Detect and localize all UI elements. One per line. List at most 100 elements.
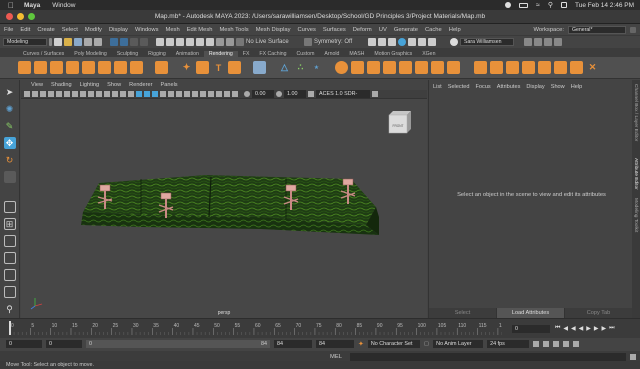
four-view-layout-icon[interactable]: ⊞	[3, 218, 16, 230]
menu-help[interactable]: Help	[449, 27, 461, 33]
character-set-icon[interactable]: ✦	[358, 340, 364, 348]
toggle-panel-icon[interactable]	[524, 37, 532, 46]
use-all-lights-icon[interactable]	[160, 91, 166, 97]
ipr-render-icon[interactable]	[378, 37, 386, 46]
menuset-dropdown[interactable]: Modeling	[3, 37, 47, 46]
menu-file[interactable]: File	[4, 27, 13, 33]
select-tool-icon[interactable]: ➤	[4, 86, 16, 98]
live-surface-label[interactable]: No Live Surface	[246, 39, 302, 45]
hypershade-icon[interactable]	[398, 37, 406, 46]
wifi-icon[interactable]: ≈	[536, 2, 540, 9]
gamma-icon[interactable]	[276, 91, 282, 97]
backface-culling-icon[interactable]	[232, 91, 238, 97]
character-set-dropdown[interactable]: No Character Set	[367, 339, 420, 348]
material-icon[interactable]	[155, 61, 168, 74]
outliner-layout-icon[interactable]	[3, 269, 16, 281]
grease-pencil-icon[interactable]	[64, 91, 70, 97]
start-frame-field[interactable]: 0	[6, 339, 42, 348]
mesh-light-icon[interactable]	[399, 61, 412, 74]
zoom-window-button[interactable]	[28, 13, 35, 20]
link-light-icon[interactable]	[351, 61, 364, 74]
anim-layer-dropdown[interactable]: No Anim Layer	[433, 339, 484, 348]
hypershade-layout-icon[interactable]	[3, 286, 16, 298]
spot-light-icon[interactable]	[66, 61, 79, 74]
scatter-icon[interactable]: ∴	[294, 61, 307, 74]
collapse-handle-icon[interactable]	[49, 37, 52, 46]
exposure-field[interactable]: 0.00	[252, 90, 274, 98]
viewport-menu-view[interactable]: View	[31, 82, 43, 88]
smooth-shade-icon[interactable]	[136, 91, 142, 97]
playback-end-field[interactable]: 84	[274, 339, 312, 348]
color-management-icon[interactable]	[308, 91, 314, 97]
tx-manager-icon[interactable]	[554, 61, 567, 74]
copy-tab-button[interactable]: Copy Tab	[565, 308, 633, 318]
bookmarks-icon[interactable]	[40, 91, 46, 97]
render-arnold-icon[interactable]	[447, 61, 460, 74]
volume-light-icon[interactable]	[130, 61, 143, 74]
close-window-button[interactable]	[6, 13, 13, 20]
redo-icon[interactable]	[94, 37, 102, 46]
viewport-menu-show[interactable]: Show	[107, 82, 121, 88]
spotlight-icon[interactable]: ⚲	[548, 1, 553, 9]
creative-cloud-icon[interactable]	[505, 2, 511, 8]
viewport-menu-lighting[interactable]: Lighting	[80, 82, 100, 88]
rotate-tool-icon[interactable]: ↻	[4, 154, 16, 166]
anim-prefs-icon[interactable]	[563, 340, 570, 347]
snap-point-icon[interactable]	[176, 37, 184, 46]
ae-menu-show[interactable]: Show	[551, 84, 565, 90]
tab-modeling-toolkit[interactable]: Modeling Toolkit	[633, 198, 638, 232]
paint-effects-icon[interactable]	[196, 61, 209, 74]
tab-attribute-editor[interactable]: Attribute Editor	[633, 158, 638, 190]
input-output-icon[interactable]	[226, 37, 234, 46]
close-shelf-icon[interactable]: ✕	[586, 61, 599, 74]
duplicate-special-icon[interactable]: ⋆	[310, 61, 323, 74]
view-cube[interactable]: FRONT	[388, 111, 411, 134]
anti-aliasing-icon[interactable]	[192, 91, 198, 97]
load-attributes-button[interactable]: Load Attributes	[497, 308, 565, 318]
depth-of-field-icon[interactable]	[200, 91, 206, 97]
snap-grid-icon[interactable]	[156, 37, 164, 46]
persp-graph-layout-icon[interactable]	[3, 252, 16, 264]
minimize-window-button[interactable]	[17, 13, 24, 20]
resolution-gate-icon[interactable]	[88, 91, 94, 97]
auto-key-icon[interactable]	[543, 340, 550, 347]
command-input[interactable]	[350, 353, 626, 361]
motion-blur-icon[interactable]	[184, 91, 190, 97]
mac-clock[interactable]: Tue Feb 14 2:46 PM	[575, 2, 634, 9]
step-back-frame-icon[interactable]: ◀	[571, 325, 576, 332]
mac-menu-window[interactable]: Window	[52, 2, 75, 9]
safe-action-icon[interactable]	[112, 91, 118, 97]
directional-light-icon[interactable]	[98, 61, 111, 74]
go-to-end-icon[interactable]: ⏭	[609, 325, 614, 332]
symmetry-icon[interactable]	[304, 37, 312, 46]
pause-icon[interactable]	[428, 37, 436, 46]
overflow-icon[interactable]	[573, 340, 580, 347]
select-camera-icon[interactable]	[24, 91, 30, 97]
script-lang-label[interactable]: MEL	[330, 354, 350, 360]
two-d-pan-icon[interactable]	[56, 91, 62, 97]
control-center-icon[interactable]	[560, 2, 567, 8]
sky-dome-icon[interactable]	[367, 61, 380, 74]
symmetry-label[interactable]: Symmetry: Off	[314, 39, 366, 45]
menu-uv[interactable]: UV	[379, 27, 387, 33]
shadows-icon[interactable]	[168, 91, 174, 97]
menu-display[interactable]: Display	[109, 27, 128, 33]
wireframe-on-shaded-icon[interactable]	[144, 91, 150, 97]
snap-curve-icon[interactable]	[166, 37, 174, 46]
view-cube-label[interactable]: FRONT	[393, 124, 404, 128]
curve-collector-icon[interactable]	[506, 61, 519, 74]
ae-menu-attributes[interactable]: Attributes	[497, 84, 521, 90]
fps-dropdown[interactable]: 24 fps	[487, 339, 530, 348]
side-by-side-layout-icon[interactable]	[3, 235, 16, 247]
x-ray-icon[interactable]	[216, 91, 222, 97]
menu-modify[interactable]: Modify	[85, 27, 102, 33]
single-layout-icon[interactable]	[3, 201, 16, 213]
snap-projected-icon[interactable]	[186, 37, 194, 46]
render-view-icon[interactable]	[408, 37, 416, 46]
shader-ball-icon[interactable]	[522, 61, 535, 74]
select-button[interactable]: Select	[429, 308, 497, 318]
menu-mesh-tools[interactable]: Mesh Tools	[219, 27, 248, 33]
panel-settings-icon[interactable]	[372, 91, 378, 97]
tab-channel-box[interactable]: Channel Box / Layer Editor	[633, 84, 638, 141]
play-back-icon[interactable]: ◀	[579, 325, 584, 332]
